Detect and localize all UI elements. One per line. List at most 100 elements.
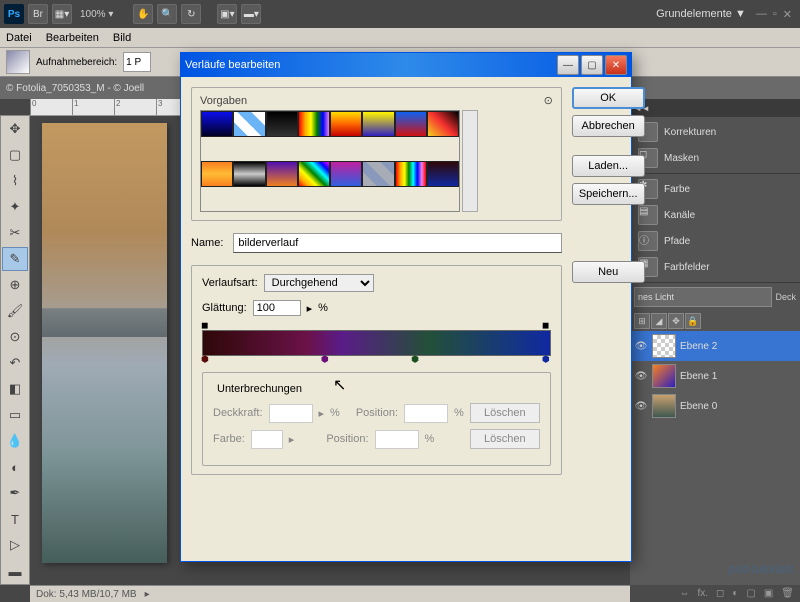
new-button[interactable]: Neu <box>572 261 645 283</box>
arrange-icon[interactable]: ▣▾ <box>217 4 237 24</box>
lock-all-icon[interactable]: 🔒 <box>685 313 701 329</box>
preset-swatch[interactable] <box>395 111 427 137</box>
folder-icon[interactable]: ▢ <box>743 588 758 599</box>
blur-tool[interactable]: 💧 <box>2 429 28 453</box>
eraser-tool[interactable]: ◧ <box>2 377 28 401</box>
shape-tool[interactable]: ▬ <box>2 559 28 583</box>
panel-farbe[interactable]: ✱Farbe <box>630 176 800 202</box>
workspace-selector[interactable]: Grundelemente ▼ <box>656 8 746 20</box>
preset-swatch[interactable] <box>201 111 233 137</box>
marquee-tool[interactable]: ▢ <box>2 143 28 167</box>
preset-swatch[interactable] <box>395 161 427 187</box>
heal-tool[interactable]: ⊕ <box>2 273 28 297</box>
type-select[interactable]: Durchgehend <box>264 274 374 292</box>
pen-tool[interactable]: ✒ <box>2 481 28 505</box>
close-app-icon[interactable]: ✕ <box>783 8 792 21</box>
type-tool[interactable]: T <box>2 507 28 531</box>
preset-swatch[interactable] <box>427 161 459 187</box>
wand-tool[interactable]: ✦ <box>2 195 28 219</box>
delete-color-button: Löschen <box>470 429 540 449</box>
gradient-bar[interactable]: ◼ ◼ ⬢ ⬢ ⬢ ⬢ <box>202 330 551 356</box>
menu-bild[interactable]: Bild <box>113 32 131 44</box>
preset-swatch[interactable] <box>298 161 330 187</box>
dialog-minimize-button[interactable]: — <box>557 55 579 75</box>
stamp-tool[interactable]: ⊙ <box>2 325 28 349</box>
zoom-icon[interactable]: 🔍 <box>157 4 177 24</box>
mask-icon[interactable]: ◻ <box>713 588 727 599</box>
dialog-close-button[interactable]: ✕ <box>605 55 627 75</box>
move-tool[interactable]: ✥ <box>2 117 28 141</box>
panel-masken[interactable]: ◻Masken <box>630 145 800 171</box>
preset-swatch[interactable] <box>362 161 394 187</box>
minimize-icon[interactable]: — <box>756 8 767 21</box>
layer-row[interactable]: 👁Ebene 1 <box>630 361 800 391</box>
path-tool[interactable]: ▷ <box>2 533 28 557</box>
color-stop-4[interactable]: ⬢ <box>542 354 552 366</box>
tool-preset-icon[interactable] <box>6 50 30 74</box>
new-layer-icon[interactable]: ▣ <box>761 588 776 599</box>
screen-icon[interactable]: ▬▾ <box>241 4 261 24</box>
bridge-icon[interactable]: Br <box>28 4 48 24</box>
dodge-tool[interactable]: ◐ <box>2 455 28 479</box>
load-button[interactable]: Laden... <box>572 155 645 177</box>
opacity-field-label: Deckkraft: <box>213 407 263 419</box>
opacity-stop-left[interactable]: ◼ <box>201 320 211 332</box>
canvas-image[interactable] <box>42 123 167 563</box>
preset-swatch[interactable] <box>233 111 265 137</box>
panel-farbfelder[interactable]: ▦Farbfelder <box>630 254 800 280</box>
status-arrow-icon[interactable]: ▸ <box>145 589 150 600</box>
preset-swatch[interactable] <box>330 161 362 187</box>
sample-input[interactable] <box>123 52 151 72</box>
preset-swatch[interactable] <box>266 111 298 137</box>
dialog-title: Verläufe bearbeiten <box>185 59 280 71</box>
dialog-maximize-button[interactable]: ▢ <box>581 55 603 75</box>
opacity-stop-right[interactable]: ◼ <box>542 320 552 332</box>
screen-mode-icon[interactable]: ▦▾ <box>52 4 72 24</box>
presets-scrollbar[interactable] <box>462 110 478 212</box>
preset-swatch[interactable] <box>330 111 362 137</box>
eyedropper-tool[interactable]: ✎ <box>2 247 28 271</box>
color-stop-3[interactable]: ⬢ <box>411 354 421 366</box>
opacity-field <box>269 404 313 423</box>
panel-kanale[interactable]: ▤Kanäle <box>630 202 800 228</box>
maximize-icon[interactable]: ▫ <box>773 8 777 21</box>
layer-name: Ebene 0 <box>680 401 717 412</box>
blend-mode-select[interactable] <box>634 287 772 307</box>
panel-pfade[interactable]: ⓘPfade <box>630 228 800 254</box>
presets-menu-icon[interactable]: ⊙ <box>544 94 553 107</box>
color-stop-1[interactable]: ⬢ <box>201 354 211 366</box>
brush-tool[interactable]: 🖌 <box>2 299 28 323</box>
ok-button[interactable]: OK <box>572 87 645 109</box>
crop-tool[interactable]: ✂ <box>2 221 28 245</box>
history-tool[interactable]: ↶ <box>2 351 28 375</box>
hand-icon[interactable]: ✋ <box>133 4 153 24</box>
panel-korrekturen[interactable]: ◐Korrekturen <box>630 119 800 145</box>
smooth-input[interactable] <box>253 300 301 316</box>
fx-icon[interactable]: fx. <box>694 588 711 599</box>
lasso-tool[interactable]: ⌇ <box>2 169 28 193</box>
preset-swatch[interactable] <box>427 111 459 137</box>
adjlayer-icon[interactable]: ◐ <box>729 588 741 599</box>
menu-datei[interactable]: Datei <box>6 32 32 44</box>
link-icon[interactable]: ⇔ <box>676 588 692 599</box>
smooth-arrow-icon[interactable]: ▸ <box>307 302 313 315</box>
preset-swatch[interactable] <box>266 161 298 187</box>
color-stop-2[interactable]: ⬢ <box>321 354 331 366</box>
lock-move-icon[interactable]: ✥ <box>668 313 684 329</box>
cancel-button[interactable]: Abbrechen <box>572 115 645 137</box>
lock-pixel-icon[interactable]: ◢ <box>651 313 667 329</box>
preset-swatch[interactable] <box>298 111 330 137</box>
menu-bearbeiten[interactable]: Bearbeiten <box>46 32 99 44</box>
document-tab[interactable]: © Fotolia_7050353_M - © Joell <box>6 83 144 94</box>
gradient-name-input[interactable] <box>233 233 561 253</box>
layer-row[interactable]: 👁Ebene 0 <box>630 391 800 421</box>
preset-swatch[interactable] <box>362 111 394 137</box>
color-field <box>251 430 283 449</box>
preset-swatch[interactable] <box>201 161 233 187</box>
layer-row[interactable]: 👁Ebene 2 <box>630 331 800 361</box>
save-button[interactable]: Speichern... <box>572 183 645 205</box>
rotate-icon[interactable]: ↻ <box>181 4 201 24</box>
gradient-tool[interactable]: ▭ <box>2 403 28 427</box>
preset-swatch[interactable] <box>233 161 265 187</box>
trash-icon[interactable]: 🗑 <box>778 588 797 599</box>
